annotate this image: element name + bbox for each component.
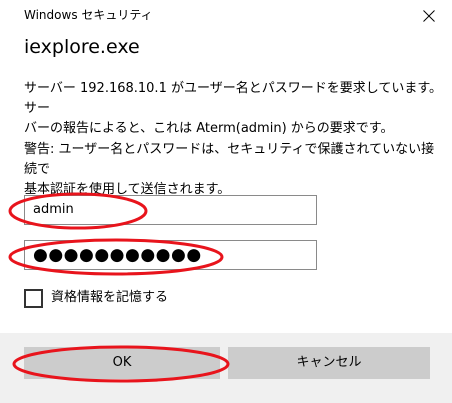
remember-credentials-option[interactable]: 資格情報を記憶する <box>24 288 168 308</box>
credential-dialog: Windows セキュリティ iexplore.exe サーバー 192.168… <box>0 0 452 403</box>
window-title: Windows セキュリティ <box>24 8 153 22</box>
ok-button[interactable]: OK <box>24 347 220 379</box>
title-bar: Windows セキュリティ <box>0 0 452 34</box>
password-masked-value: ●●●●●●●●●●● <box>33 245 202 265</box>
password-field[interactable]: ●●●●●●●●●●● <box>24 240 317 270</box>
security-warning: 警告: ユーザー名とパスワードは、セキュリティで保護されていない接続で 基本認証… <box>24 142 435 197</box>
auth-request-message: サーバー 192.168.10.1 がユーザー名とパスワードを要求しています。サ… <box>24 81 443 136</box>
username-field[interactable]: admin <box>24 195 317 225</box>
username-value: admin <box>33 202 74 217</box>
close-button[interactable] <box>406 0 452 32</box>
close-icon <box>423 10 435 22</box>
app-name: iexplore.exe <box>24 36 140 58</box>
remember-checkbox[interactable] <box>24 288 43 308</box>
cancel-button[interactable]: キャンセル <box>228 347 430 379</box>
remember-label: 資格情報を記憶する <box>51 290 169 305</box>
